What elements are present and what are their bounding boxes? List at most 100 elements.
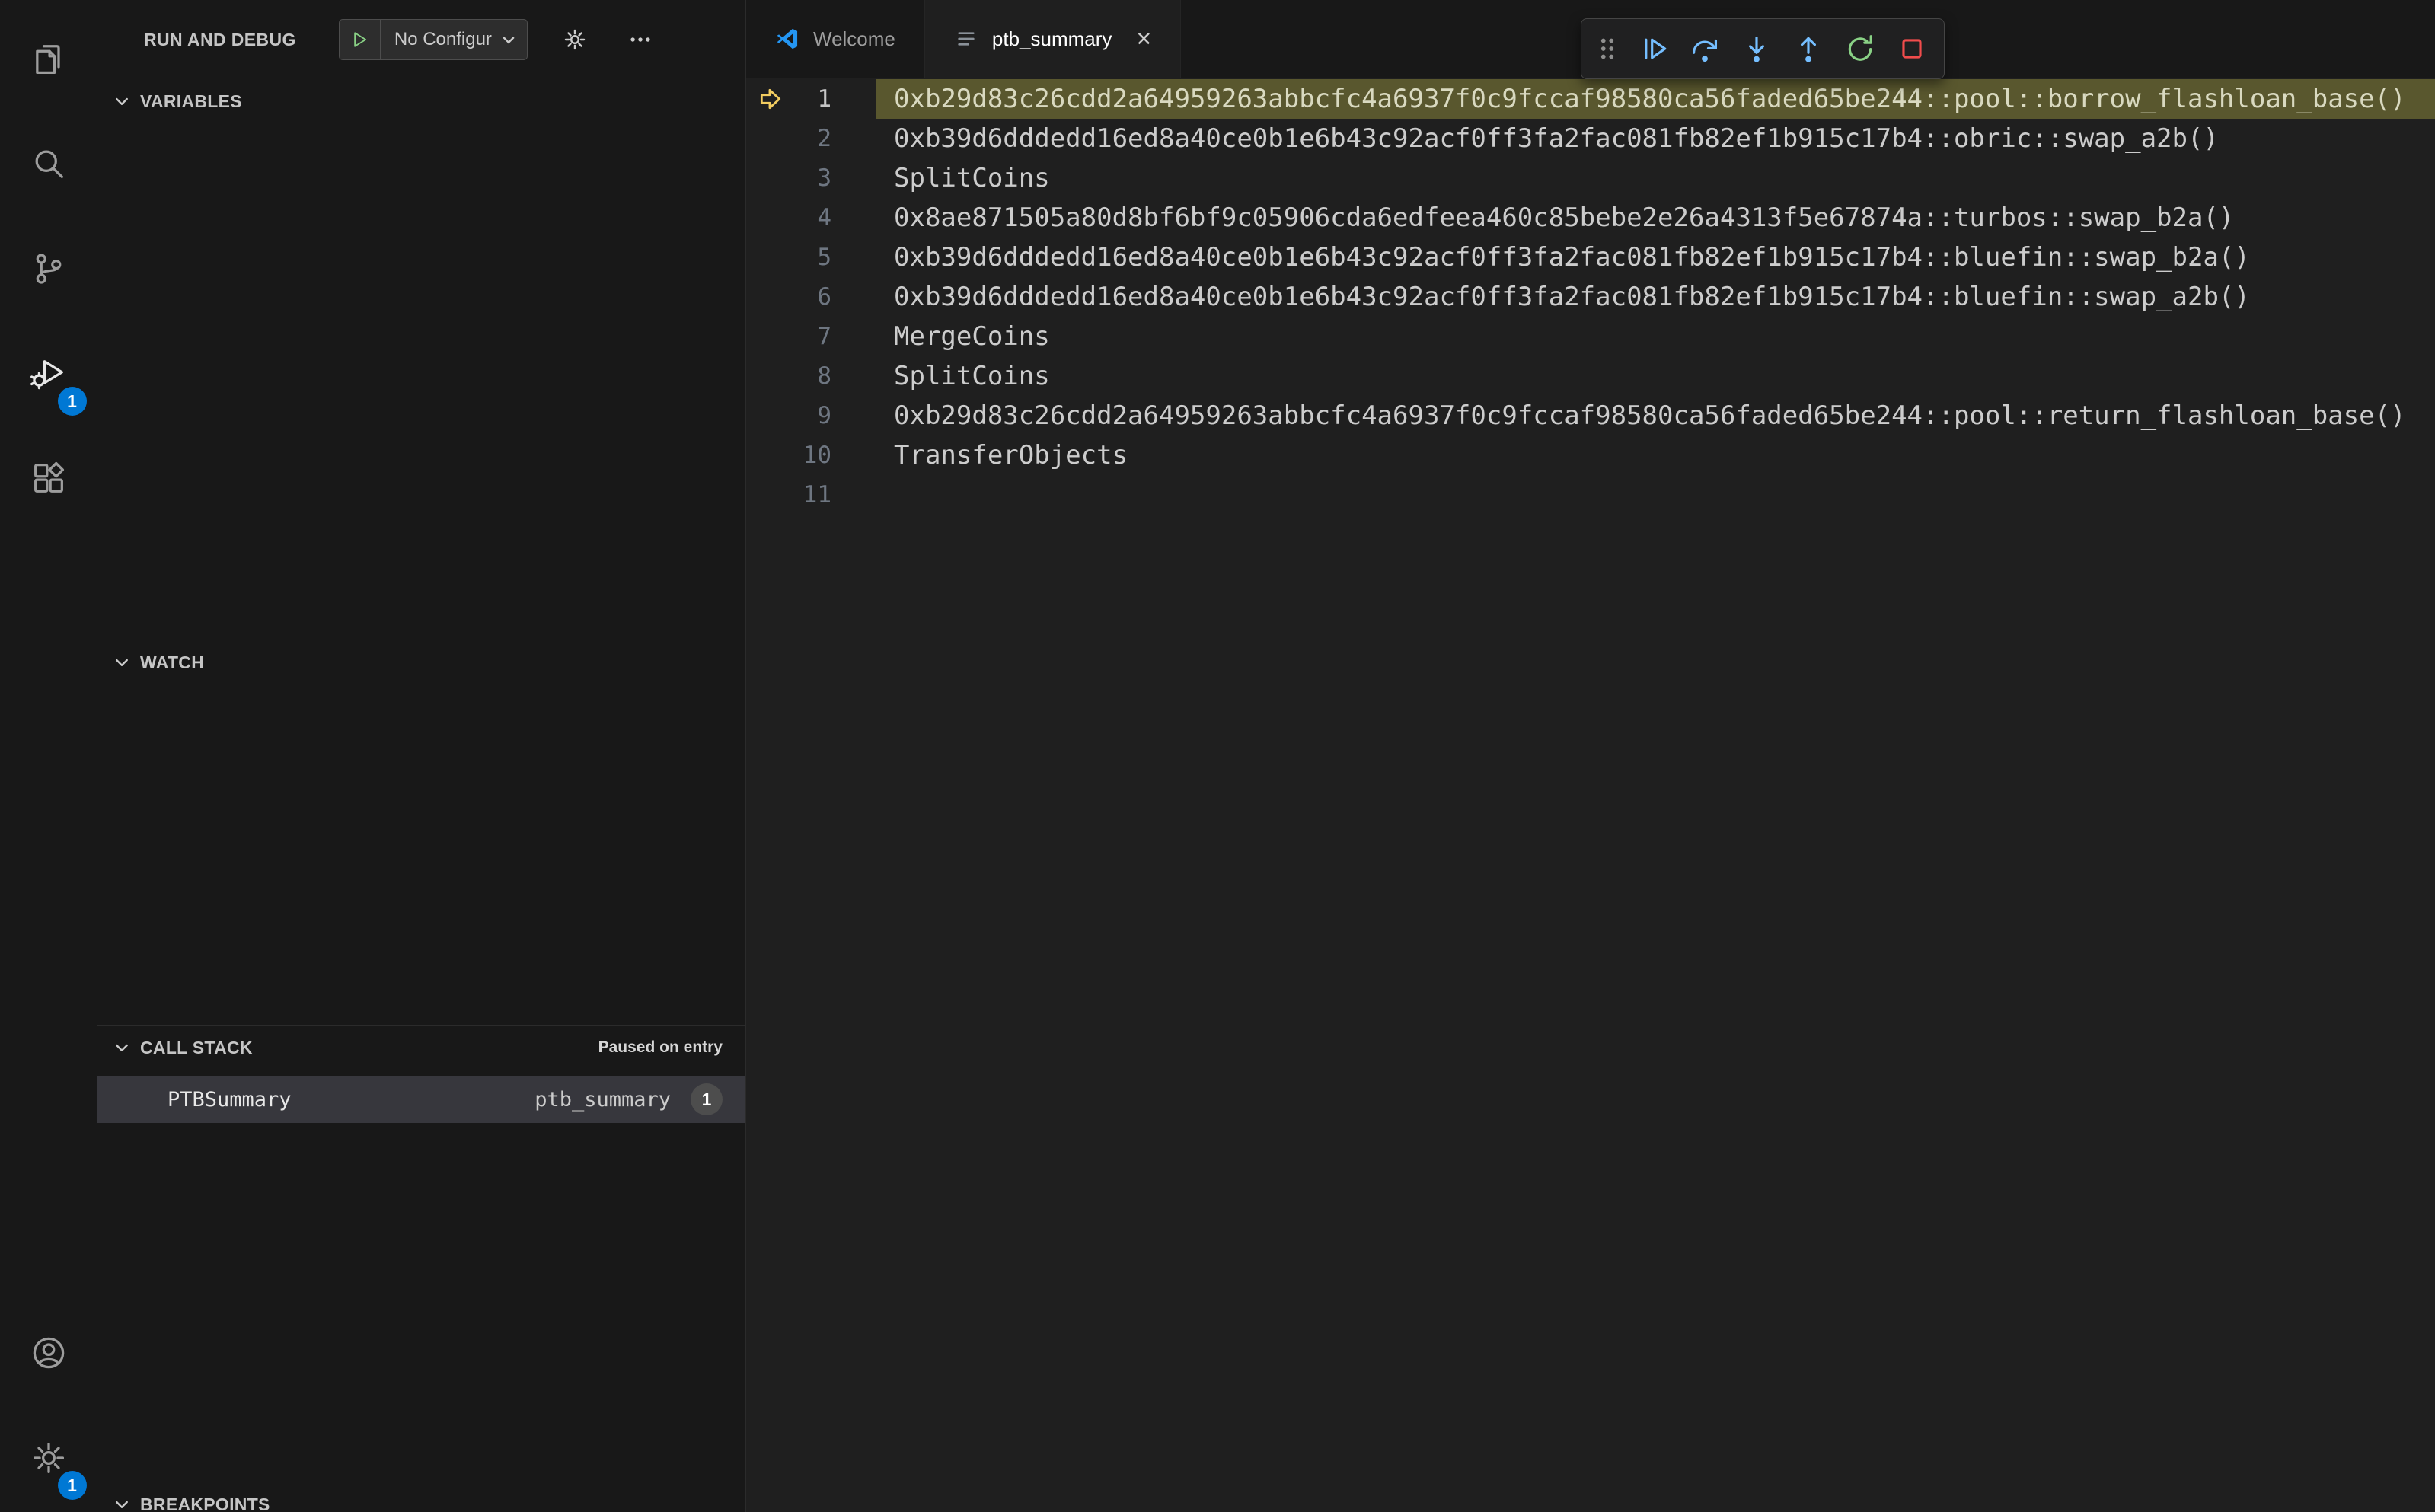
editor-line[interactable]: 8 SplitCoins bbox=[746, 356, 2435, 396]
debug-session-row[interactable]: PTBSummary ptb_summary 1 bbox=[97, 1076, 745, 1123]
vscode-window: 1 1 RUN AND DEBUG No Configur VARIABLES … bbox=[0, 0, 2435, 1512]
line-number[interactable]: 8 bbox=[795, 362, 831, 390]
line-number[interactable]: 11 bbox=[795, 481, 831, 509]
accounts-button[interactable] bbox=[0, 1302, 97, 1407]
variables-section: VARIABLES bbox=[97, 79, 745, 640]
sidebar-item-extensions[interactable] bbox=[0, 428, 97, 533]
line-number[interactable]: 4 bbox=[795, 204, 831, 231]
session-name: PTBSummary bbox=[168, 1087, 292, 1112]
chevron-down-icon bbox=[113, 92, 131, 110]
debug-count-badge: 1 bbox=[57, 387, 87, 416]
vscode-logo-icon bbox=[775, 27, 799, 51]
tab-ptb-summary[interactable]: ptb_summary × bbox=[924, 0, 1182, 78]
breakpoint-gutter[interactable] bbox=[746, 126, 795, 152]
editor-line[interactable]: 5 0xb39d6dddedd16ed8a40ce0b1e6b43c92acf0… bbox=[746, 238, 2435, 277]
line-number[interactable]: 3 bbox=[795, 164, 831, 192]
chevron-down-icon bbox=[499, 30, 527, 49]
debug-config-dropdown[interactable]: No Configur bbox=[338, 19, 528, 60]
restart-button[interactable] bbox=[1836, 24, 1884, 73]
start-debugging-icon[interactable] bbox=[340, 20, 381, 59]
chevron-down-icon bbox=[113, 653, 131, 671]
line-number[interactable]: 1 bbox=[795, 85, 831, 113]
debug-toolbar bbox=[1581, 18, 1945, 79]
editor-line[interactable]: 11 bbox=[746, 475, 2435, 515]
line-text: TransferObjects bbox=[894, 440, 1128, 471]
more-actions-button[interactable] bbox=[622, 21, 659, 58]
editor-line[interactable]: 10 TransferObjects bbox=[746, 435, 2435, 475]
line-text: SplitCoins bbox=[894, 361, 1050, 391]
sidebar-item-source-control[interactable] bbox=[0, 218, 97, 323]
editor-line[interactable]: 3 SplitCoins bbox=[746, 158, 2435, 198]
files-icon bbox=[29, 39, 69, 82]
line-text bbox=[876, 475, 2435, 515]
line-number[interactable]: 6 bbox=[795, 283, 831, 311]
debug-config-label: No Configur bbox=[394, 29, 492, 49]
editor-line[interactable]: 7 MergeCoins bbox=[746, 317, 2435, 356]
line-number[interactable]: 10 bbox=[795, 442, 831, 469]
file-list-icon bbox=[954, 27, 978, 51]
line-number[interactable]: 9 bbox=[795, 402, 831, 429]
editor-line[interactable]: 4 0x8ae871505a80d8bf6bf9c05906cda6edfeea… bbox=[746, 198, 2435, 238]
close-icon[interactable]: × bbox=[1136, 26, 1151, 52]
line-number[interactable]: 5 bbox=[795, 244, 831, 271]
call-stack-section-header[interactable]: CALL STACK Paused on entry bbox=[97, 1026, 745, 1070]
watch-section-header[interactable]: WATCH bbox=[97, 640, 745, 684]
sidebar-title: RUN AND DEBUG bbox=[144, 29, 296, 49]
search-icon bbox=[29, 144, 69, 187]
breakpoint-gutter[interactable] bbox=[746, 244, 795, 270]
chevron-down-icon bbox=[113, 1038, 131, 1057]
breakpoint-gutter[interactable] bbox=[746, 324, 795, 349]
step-over-button[interactable] bbox=[1680, 24, 1729, 73]
call-stack-section-label: CALL STACK bbox=[140, 1037, 253, 1057]
drag-handle-icon[interactable] bbox=[1589, 24, 1626, 73]
sidebar-item-explorer[interactable] bbox=[0, 8, 97, 113]
stop-button[interactable] bbox=[1888, 24, 1936, 73]
step-out-button[interactable] bbox=[1784, 24, 1833, 73]
debug-settings-gear-button[interactable] bbox=[557, 21, 593, 58]
line-text: MergeCoins bbox=[894, 321, 1050, 352]
editor-line[interactable]: 1 0xb29d83c26cdd2a64959263abbcfc4a6937f0… bbox=[746, 79, 2435, 119]
editor-group: Welcome ptb_summary × 1 0xb29d83c26cdd2a… bbox=[746, 0, 2435, 1512]
session-file-name: ptb_summary bbox=[535, 1087, 671, 1112]
breakpoints-section-header[interactable]: BREAKPOINTS bbox=[97, 1482, 745, 1512]
breakpoint-gutter[interactable] bbox=[746, 482, 795, 508]
sidebar-item-search[interactable] bbox=[0, 113, 97, 218]
line-text: 0xb29d83c26cdd2a64959263abbcfc4a6937f0c9… bbox=[894, 400, 2406, 431]
editor-line[interactable]: 6 0xb39d6dddedd16ed8a40ce0b1e6b43c92acf0… bbox=[746, 277, 2435, 317]
extensions-icon bbox=[29, 459, 69, 502]
sidebar-header: RUN AND DEBUG No Configur bbox=[97, 0, 745, 79]
tab-label: ptb_summary bbox=[991, 27, 1112, 50]
breakpoints-section-label: BREAKPOINTS bbox=[140, 1494, 270, 1512]
variables-section-header[interactable]: VARIABLES bbox=[97, 79, 745, 123]
line-text: 0xb29d83c26cdd2a64959263abbcfc4a6937f0c9… bbox=[876, 79, 2435, 119]
pause-status-text: Paused on entry bbox=[598, 1038, 723, 1056]
editor-line[interactable]: 9 0xb29d83c26cdd2a64959263abbcfc4a6937f0… bbox=[746, 396, 2435, 435]
variables-section-label: VARIABLES bbox=[140, 91, 242, 111]
watch-section-body bbox=[97, 684, 745, 1025]
breakpoint-gutter[interactable] bbox=[746, 442, 795, 468]
activity-bar: 1 1 bbox=[0, 0, 97, 1512]
code-editor[interactable]: 1 0xb29d83c26cdd2a64959263abbcfc4a6937f0… bbox=[746, 78, 2435, 1512]
editor-line[interactable]: 2 0xb39d6dddedd16ed8a40ce0b1e6b43c92acf0… bbox=[746, 119, 2435, 158]
breakpoint-gutter[interactable] bbox=[746, 284, 795, 310]
line-text: 0x8ae871505a80d8bf6bf9c05906cda6edfeea46… bbox=[894, 203, 2235, 233]
watch-section-label: WATCH bbox=[140, 652, 205, 672]
continue-button[interactable] bbox=[1629, 24, 1677, 73]
breakpoint-gutter[interactable] bbox=[746, 165, 795, 191]
breakpoint-gutter[interactable] bbox=[746, 86, 795, 112]
breakpoint-gutter[interactable] bbox=[746, 205, 795, 231]
tab-welcome[interactable]: Welcome bbox=[746, 0, 925, 78]
line-number[interactable]: 7 bbox=[795, 323, 831, 350]
variables-section-body bbox=[97, 123, 745, 640]
sidebar-item-run-and-debug[interactable]: 1 bbox=[0, 323, 97, 428]
settings-button[interactable]: 1 bbox=[0, 1407, 97, 1512]
breakpoint-gutter[interactable] bbox=[746, 403, 795, 429]
breakpoint-gutter[interactable] bbox=[746, 363, 795, 389]
breakpoints-section: BREAKPOINTS bbox=[97, 1482, 745, 1512]
account-icon bbox=[29, 1333, 69, 1376]
line-text: 0xb39d6dddedd16ed8a40ce0b1e6b43c92acf0ff… bbox=[894, 242, 2250, 273]
call-stack-section-body bbox=[97, 1123, 745, 1482]
step-into-button[interactable] bbox=[1732, 24, 1781, 73]
line-number[interactable]: 2 bbox=[795, 125, 831, 152]
tab-label: Welcome bbox=[813, 27, 895, 50]
